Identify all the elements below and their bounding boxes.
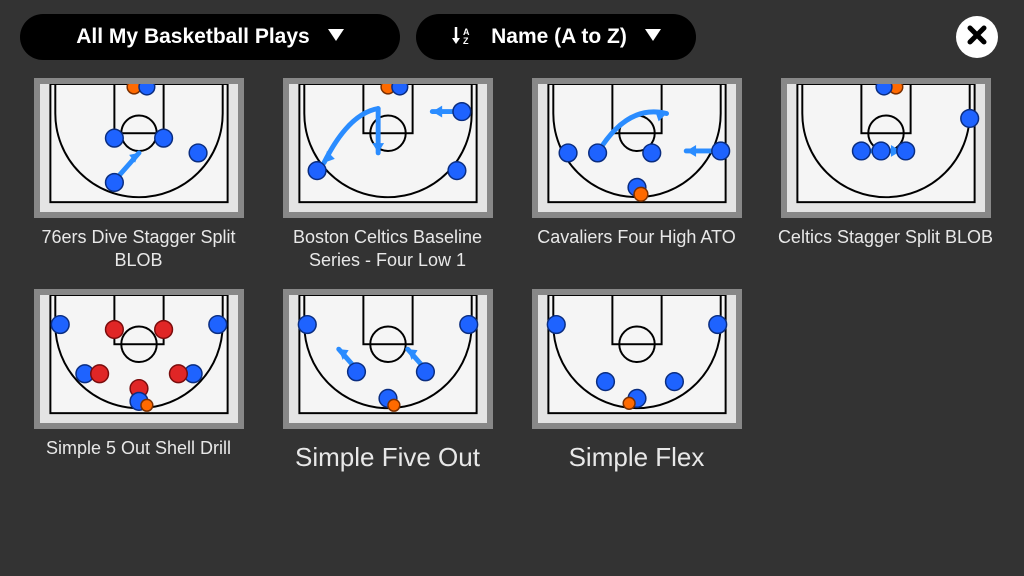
play-thumbnail (781, 78, 991, 218)
play-card[interactable]: Simple Five Out (277, 289, 498, 474)
play-thumbnail (283, 289, 493, 429)
play-title: Boston Celtics Baseline Series - Four Lo… (278, 226, 498, 271)
play-card[interactable]: Simple Flex (526, 289, 747, 474)
play-title: Simple 5 Out Shell Drill (46, 437, 231, 460)
play-card[interactable]: 76ers Dive Stagger Split BLOB (28, 78, 249, 271)
sort-az-icon: A Z (451, 24, 473, 51)
play-thumbnail (532, 78, 742, 218)
plays-grid: 76ers Dive Stagger Split BLOB (0, 70, 1024, 494)
play-title: Simple Five Out (295, 441, 480, 474)
play-card[interactable]: Celtics Stagger Split BLOB (775, 78, 996, 271)
play-card[interactable]: Simple 5 Out Shell Drill (28, 289, 249, 474)
play-card[interactable]: Cavaliers Four High ATO (526, 78, 747, 271)
play-title: Simple Flex (569, 441, 705, 474)
play-thumbnail (34, 78, 244, 218)
play-thumbnail (283, 78, 493, 218)
sort-dropdown[interactable]: A Z Name (A to Z) (416, 14, 696, 60)
play-title: Cavaliers Four High ATO (537, 226, 735, 249)
topbar: All My Basketball Plays A Z Name (A to Z… (0, 0, 1024, 70)
filter-dropdown[interactable]: All My Basketball Plays (20, 14, 400, 60)
play-thumbnail (532, 289, 742, 429)
close-icon (967, 25, 987, 50)
close-button[interactable] (956, 16, 998, 58)
chevron-down-icon (645, 28, 661, 46)
play-thumbnail (34, 289, 244, 429)
play-title: 76ers Dive Stagger Split BLOB (29, 226, 249, 271)
filter-dropdown-label: All My Basketball Plays (76, 25, 309, 49)
chevron-down-icon (328, 28, 344, 46)
play-card[interactable]: Boston Celtics Baseline Series - Four Lo… (277, 78, 498, 271)
play-title: Celtics Stagger Split BLOB (778, 226, 993, 249)
svg-text:Z: Z (463, 36, 469, 46)
sort-dropdown-label: Name (A to Z) (491, 25, 627, 49)
